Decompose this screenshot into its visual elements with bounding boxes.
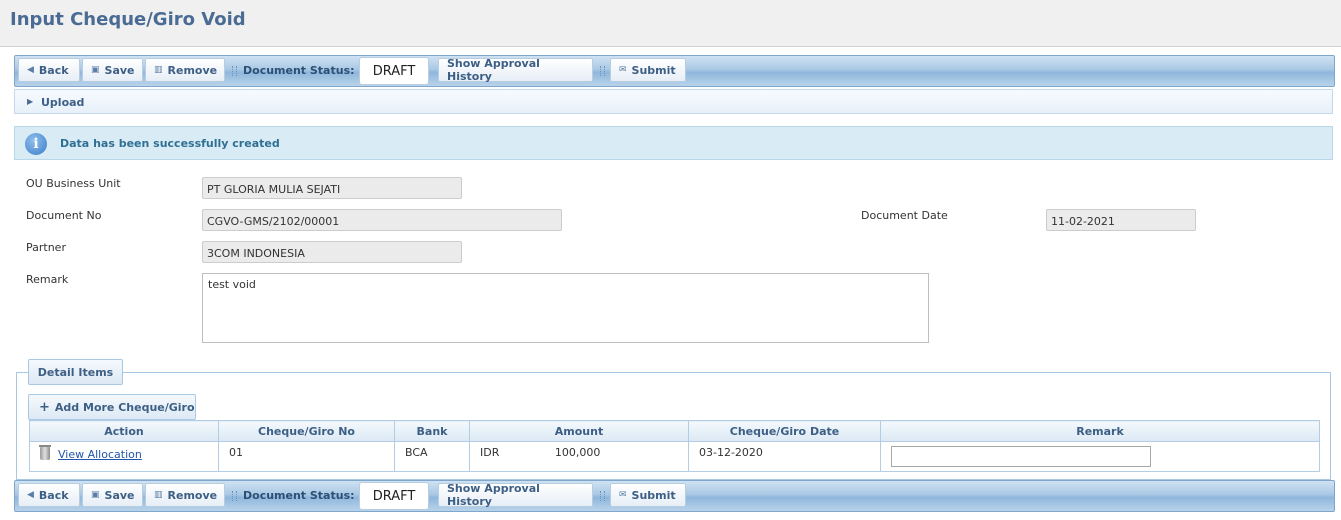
document-status-label: Document Status: xyxy=(243,489,355,502)
currency-value: IDR xyxy=(480,446,500,459)
caret-right-icon: ▶ xyxy=(27,97,34,106)
bank-cell: BCA xyxy=(394,441,470,472)
success-message: Data has been successfully created xyxy=(60,137,280,150)
save-label: Save xyxy=(104,488,135,502)
toolbar-separator xyxy=(600,66,605,76)
partner-field: 3COM INDONESIA xyxy=(202,241,462,263)
page-header: Input Cheque/Giro Void xyxy=(0,0,1341,47)
column-header-action: Action xyxy=(29,420,219,442)
upload-label: Upload xyxy=(41,96,85,109)
amount-cell: IDR 100,000 xyxy=(469,441,689,472)
save-label: Save xyxy=(104,63,135,77)
document-no-label: Document No xyxy=(26,209,102,222)
action-cell: View Allocation xyxy=(29,441,219,472)
remark-cell xyxy=(880,441,1320,472)
document-status-value: DRAFT xyxy=(359,57,429,85)
remark-textarea[interactable]: test void xyxy=(202,273,929,343)
document-status-value: DRAFT xyxy=(359,482,429,510)
add-more-label: Add More Cheque/Giro xyxy=(54,400,195,414)
ou-business-unit-label: OU Business Unit xyxy=(26,177,121,190)
ou-business-unit-field: PT GLORIA MULIA SEJATI xyxy=(202,177,462,199)
remove-label: Remove xyxy=(167,63,218,77)
envelope-icon: ✉ xyxy=(619,490,627,500)
cheque-giro-date-cell: 03-12-2020 xyxy=(688,441,881,472)
envelope-icon: ✉ xyxy=(619,65,627,75)
column-header-cheque-giro-date: Cheque/Giro Date xyxy=(688,420,881,442)
column-header-cheque-giro-no: Cheque/Giro No xyxy=(218,420,395,442)
submit-button[interactable]: ✉ Submit xyxy=(610,483,686,507)
floppy-icon: ▣ xyxy=(91,65,100,75)
document-date-field: 11-02-2021 xyxy=(1046,209,1196,231)
view-allocation-link[interactable]: View Allocation xyxy=(58,448,142,461)
floppy-icon: ▣ xyxy=(91,490,100,500)
add-more-cheque-giro-button[interactable]: + Add More Cheque/Giro xyxy=(28,394,196,420)
info-icon: i xyxy=(25,133,47,155)
document-date-label: Document Date xyxy=(861,209,948,222)
remark-label: Remark xyxy=(26,273,69,286)
remove-label: Remove xyxy=(167,488,218,502)
back-button[interactable]: ◀ Back xyxy=(18,483,80,507)
detail-items-table: Action Cheque/Giro No Bank Amount Cheque… xyxy=(29,420,1320,472)
amount-value: 100,000 xyxy=(554,446,601,459)
history-label: Show Approval History xyxy=(447,57,540,83)
submit-label: Submit xyxy=(631,63,676,77)
document-no-field: CGVO-GMS/2102/00001 xyxy=(202,209,562,231)
trash-can-icon[interactable] xyxy=(39,445,51,460)
back-button[interactable]: ◀ Back xyxy=(18,58,80,82)
upload-panel[interactable]: ▶ Upload xyxy=(14,89,1333,114)
show-approval-history-button[interactable]: Show Approval History xyxy=(438,57,593,83)
column-header-remark: Remark xyxy=(880,420,1320,442)
trash-icon: ▥ xyxy=(154,65,163,75)
save-button[interactable]: ▣ Save xyxy=(82,483,143,507)
plus-icon: + xyxy=(39,399,50,415)
row-remark-input[interactable] xyxy=(891,446,1151,467)
toolbar-separator xyxy=(232,491,237,501)
bottom-toolbar: ◀ Back ▣ Save ▥ Remove Document Status: … xyxy=(14,480,1335,512)
history-label: Show Approval History xyxy=(447,482,540,508)
submit-button[interactable]: ✉ Submit xyxy=(610,58,686,82)
column-header-amount: Amount xyxy=(469,420,689,442)
detail-items-legend[interactable]: Detail Items xyxy=(28,359,123,385)
caret-left-icon: ◀ xyxy=(27,490,34,500)
toolbar-separator xyxy=(232,66,237,76)
column-header-bank: Bank xyxy=(394,420,470,442)
page-title: Input Cheque/Giro Void xyxy=(10,9,246,30)
top-toolbar: ◀ Back ▣ Save ▥ Remove Document Status: … xyxy=(14,55,1335,87)
back-label: Back xyxy=(38,63,69,77)
remove-button[interactable]: ▥ Remove xyxy=(145,58,225,82)
caret-left-icon: ◀ xyxy=(27,65,34,75)
show-approval-history-button[interactable]: Show Approval History xyxy=(438,482,593,508)
trash-icon: ▥ xyxy=(154,490,163,500)
back-label: Back xyxy=(38,488,69,502)
table-header-row: Action Cheque/Giro No Bank Amount Cheque… xyxy=(29,420,1320,442)
table-row: View Allocation 01 BCA IDR 100,000 03-12… xyxy=(29,441,1320,472)
cheque-giro-no-cell: 01 xyxy=(218,441,395,472)
document-status-label: Document Status: xyxy=(243,64,355,77)
submit-label: Submit xyxy=(631,488,676,502)
partner-label: Partner xyxy=(26,241,66,254)
success-message-bar: i Data has been successfully created xyxy=(14,126,1333,160)
remove-button[interactable]: ▥ Remove xyxy=(145,483,225,507)
toolbar-separator xyxy=(600,491,605,501)
save-button[interactable]: ▣ Save xyxy=(82,58,143,82)
